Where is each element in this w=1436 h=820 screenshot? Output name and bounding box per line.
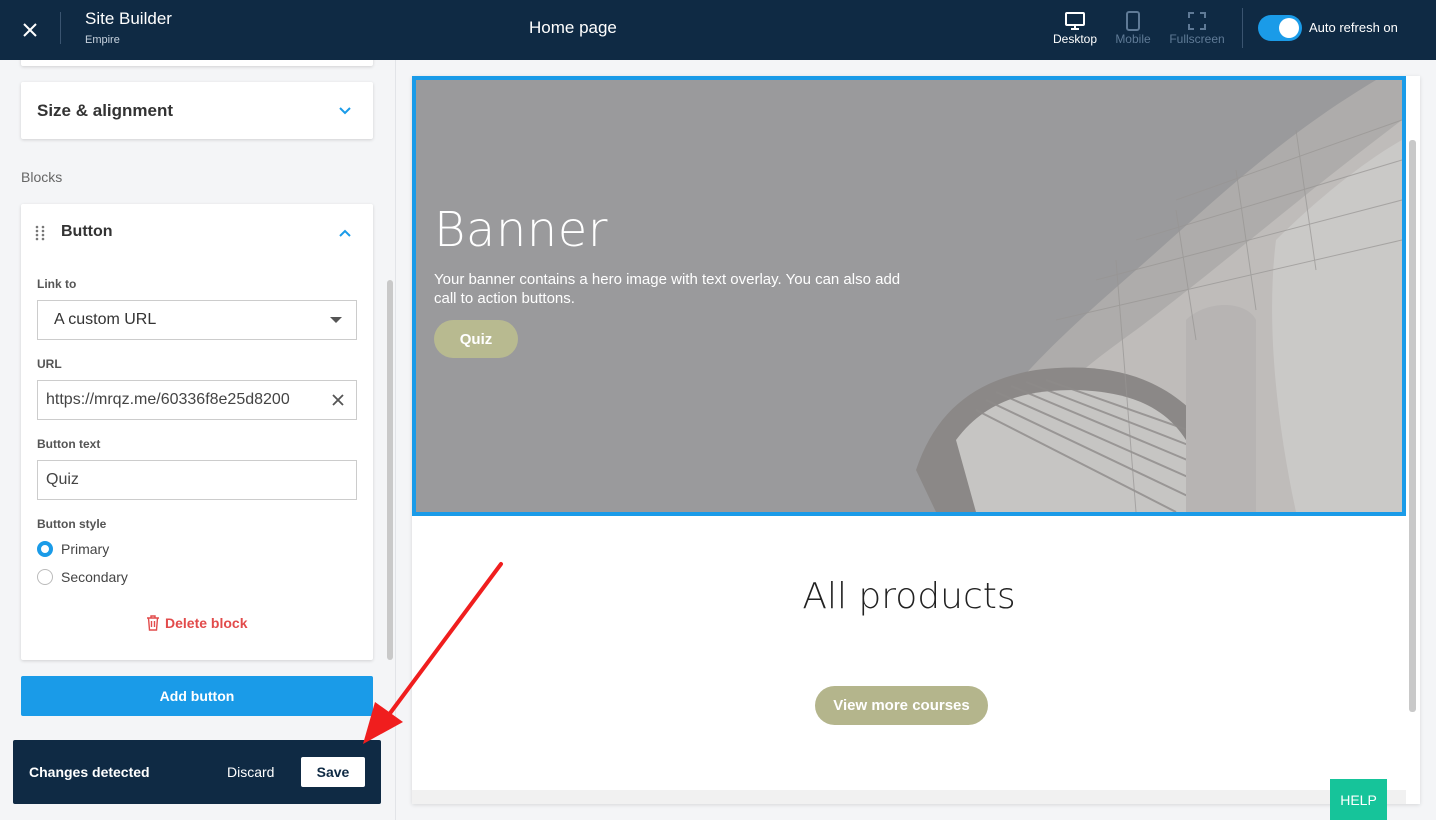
divider xyxy=(60,12,61,44)
view-fullscreen-label: Fullscreen xyxy=(1169,32,1225,46)
caret-down-icon xyxy=(330,317,342,323)
banner-heading: Banner xyxy=(434,202,608,258)
toggle-knob xyxy=(1279,18,1299,38)
annotation-arrow-icon xyxy=(363,562,503,744)
chevron-up-icon[interactable] xyxy=(337,225,353,241)
link-to-select[interactable]: A custom URL xyxy=(37,300,357,340)
changes-bar: Changes detected Discard Save xyxy=(13,740,381,804)
view-desktop-button[interactable]: Desktop xyxy=(1045,10,1105,46)
discard-button[interactable]: Discard xyxy=(227,764,274,780)
app-subtitle: Empire xyxy=(85,34,120,46)
app-brand: Site Builder Empire xyxy=(85,9,172,46)
trash-icon xyxy=(147,615,159,631)
size-alignment-title: Size & alignment xyxy=(37,101,174,120)
style-primary-radio[interactable]: Primary xyxy=(37,541,109,557)
app-title: Site Builder xyxy=(85,9,172,28)
banner-section[interactable]: Banner Your banner contains a hero image… xyxy=(412,76,1406,516)
desktop-icon xyxy=(1045,10,1105,32)
mobile-icon xyxy=(1103,10,1163,32)
button-style-label: Button style xyxy=(37,517,107,531)
view-desktop-label: Desktop xyxy=(1052,32,1098,46)
view-fullscreen-button[interactable]: Fullscreen xyxy=(1167,10,1227,46)
page-title[interactable]: Home page xyxy=(529,18,617,38)
radio-selected-icon xyxy=(37,541,53,557)
url-value: https://mrqz.me/60336f8e25d8200 xyxy=(46,391,290,408)
settings-panel: Size & alignment Blocks Button Link to A… xyxy=(0,60,396,820)
style-primary-label: Primary xyxy=(61,541,110,557)
banner-text: Your banner contains a hero image with t… xyxy=(434,271,901,307)
auto-refresh-label: Auto refresh on xyxy=(1309,20,1398,35)
add-button-button[interactable]: Add button xyxy=(21,676,373,716)
section-heading: All products xyxy=(802,576,1016,617)
page-preview: Banner Your banner contains a hero image… xyxy=(412,76,1420,804)
delete-block-label: Delete block xyxy=(165,615,248,631)
view-mobile-label: Mobile xyxy=(1115,32,1151,46)
button-text-value: Quiz xyxy=(46,471,79,488)
help-button[interactable]: HELP xyxy=(1330,779,1387,820)
clear-icon[interactable] xyxy=(330,392,346,413)
url-input[interactable]: https://mrqz.me/60336f8e25d8200 xyxy=(37,380,357,420)
auto-refresh-toggle[interactable] xyxy=(1258,15,1302,41)
divider xyxy=(1242,8,1243,48)
delete-block-button[interactable]: Delete block xyxy=(146,615,247,631)
chevron-down-icon[interactable] xyxy=(337,103,353,119)
fullscreen-icon xyxy=(1167,10,1227,32)
style-secondary-radio[interactable]: Secondary xyxy=(37,569,128,585)
view-more-courses-button[interactable]: View more courses xyxy=(815,686,988,725)
drag-handle-icon[interactable] xyxy=(35,225,45,246)
button-text-label: Button text xyxy=(37,437,101,451)
link-to-value: A custom URL xyxy=(54,311,157,328)
preview-footer xyxy=(412,790,1406,804)
size-alignment-section[interactable]: Size & alignment xyxy=(21,82,373,139)
block-title: Button xyxy=(61,223,113,240)
save-button[interactable]: Save xyxy=(301,757,365,787)
view-mobile-button[interactable]: Mobile xyxy=(1103,10,1163,46)
button-block-card: Button Link to A custom URL URL https://… xyxy=(21,204,373,660)
top-bar: Site Builder Empire Home page Desktop Mo… xyxy=(0,0,1436,60)
url-label: URL xyxy=(37,357,62,371)
preview-scrollbar[interactable] xyxy=(1409,140,1416,712)
link-to-label: Link to xyxy=(37,277,77,291)
changes-message: Changes detected xyxy=(29,764,150,780)
button-text-input[interactable]: Quiz xyxy=(37,460,357,500)
close-icon[interactable] xyxy=(14,14,46,46)
radio-empty-icon xyxy=(37,569,53,585)
blocks-label: Blocks xyxy=(21,169,63,185)
banner-quiz-button[interactable]: Quiz xyxy=(434,320,518,358)
style-secondary-label: Secondary xyxy=(61,569,128,585)
collapsed-section-card[interactable] xyxy=(21,60,373,66)
